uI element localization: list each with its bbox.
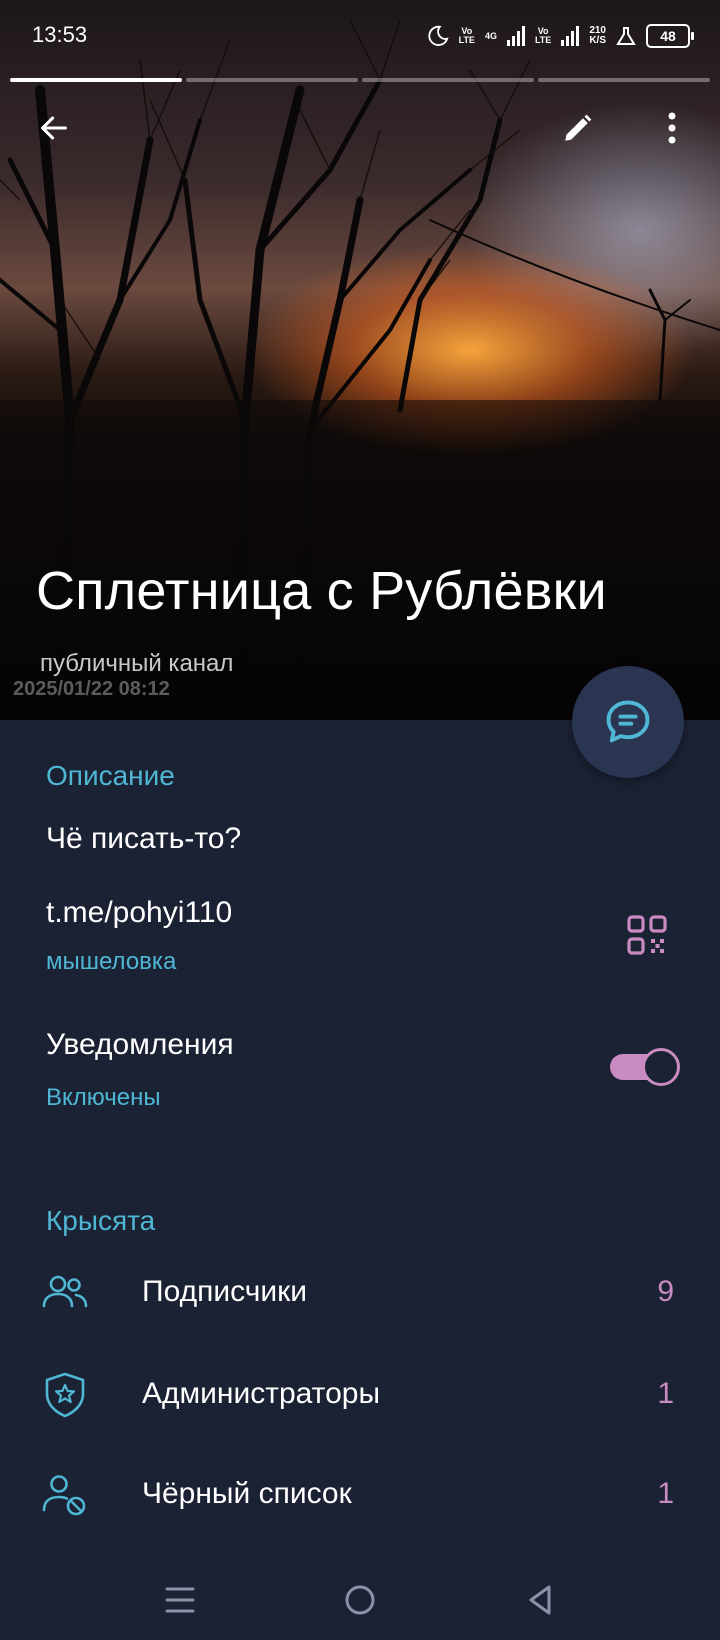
notifications-label: Уведомления bbox=[46, 1028, 234, 1061]
flask-icon bbox=[616, 27, 636, 45]
user-blocked-icon bbox=[42, 1475, 86, 1516]
network-4g-icon: 4G bbox=[484, 30, 497, 41]
signal-icon-2 bbox=[561, 26, 580, 46]
admins-label: Администраторы bbox=[142, 1377, 381, 1410]
triangle-back-icon bbox=[529, 1585, 551, 1615]
moon-icon bbox=[428, 25, 449, 46]
story-progress bbox=[10, 78, 710, 82]
status-time: 13:53 bbox=[32, 22, 88, 47]
qr-code-button[interactable] bbox=[622, 910, 672, 960]
back-button[interactable] bbox=[30, 104, 78, 152]
status-bar: 13:53 Vo LTE 4G Vo LTE 210 K/S 48 bbox=[0, 0, 720, 72]
nav-recents-button[interactable] bbox=[150, 1570, 210, 1630]
qr-code-icon bbox=[627, 915, 667, 955]
blacklist-row[interactable]: Чёрный список 1 bbox=[0, 1450, 720, 1540]
discussion-button[interactable] bbox=[572, 666, 684, 778]
nav-back-button[interactable] bbox=[510, 1570, 570, 1630]
more-menu-button[interactable] bbox=[648, 104, 696, 152]
subscribers-row[interactable]: Подписчики 9 bbox=[0, 1248, 720, 1338]
toggle-knob bbox=[642, 1048, 680, 1086]
blacklist-count: 1 bbox=[657, 1477, 674, 1510]
arrow-left-icon bbox=[41, 116, 67, 140]
blacklist-label: Чёрный список bbox=[142, 1477, 352, 1510]
more-vertical-icon bbox=[668, 112, 676, 144]
users-icon bbox=[42, 1275, 88, 1308]
admins-count: 1 bbox=[657, 1377, 674, 1410]
photo-timestamp: 2025/01/22 08:12 bbox=[13, 678, 170, 700]
notifications-toggle[interactable] bbox=[610, 1048, 680, 1086]
status-icons: Vo LTE 4G Vo LTE 210 K/S 48 bbox=[427, 22, 694, 50]
story-segment-3 bbox=[362, 78, 534, 82]
story-segment-4 bbox=[538, 78, 710, 82]
story-segment-1 bbox=[10, 78, 182, 82]
pencil-icon bbox=[565, 114, 592, 141]
nav-home-button[interactable] bbox=[330, 1570, 390, 1630]
link-caption: мышеловка bbox=[46, 948, 177, 975]
channel-link[interactable]: t.me/pohyi110 bbox=[46, 896, 232, 930]
net-speed: 210 K/S bbox=[589, 25, 606, 46]
notifications-state: Включены bbox=[46, 1084, 161, 1111]
description-text: Чё писать-то? bbox=[46, 822, 242, 855]
members-section-label: Крысята bbox=[46, 1205, 156, 1236]
story-segment-2 bbox=[186, 78, 358, 82]
system-navbar bbox=[0, 1560, 720, 1640]
signal-icon bbox=[506, 26, 525, 46]
menu-lines-icon bbox=[165, 1587, 195, 1613]
subscribers-count: 9 bbox=[657, 1275, 674, 1308]
channel-type: публичный канал bbox=[40, 650, 234, 677]
subscribers-label: Подписчики bbox=[142, 1275, 308, 1308]
battery-icon: 48 bbox=[646, 24, 694, 48]
admins-row[interactable]: Администраторы 1 bbox=[0, 1350, 720, 1440]
volte-icon: Vo LTE bbox=[458, 26, 475, 45]
channel-title: Сплетница с Рублёвки bbox=[36, 561, 607, 621]
volte-icon-2: Vo LTE bbox=[534, 26, 552, 45]
description-label: Описание bbox=[46, 760, 175, 791]
home-circle-icon bbox=[345, 1585, 375, 1615]
edit-button[interactable] bbox=[554, 104, 602, 152]
shield-star-icon bbox=[45, 1372, 85, 1418]
chat-bubble-icon bbox=[606, 700, 650, 743]
